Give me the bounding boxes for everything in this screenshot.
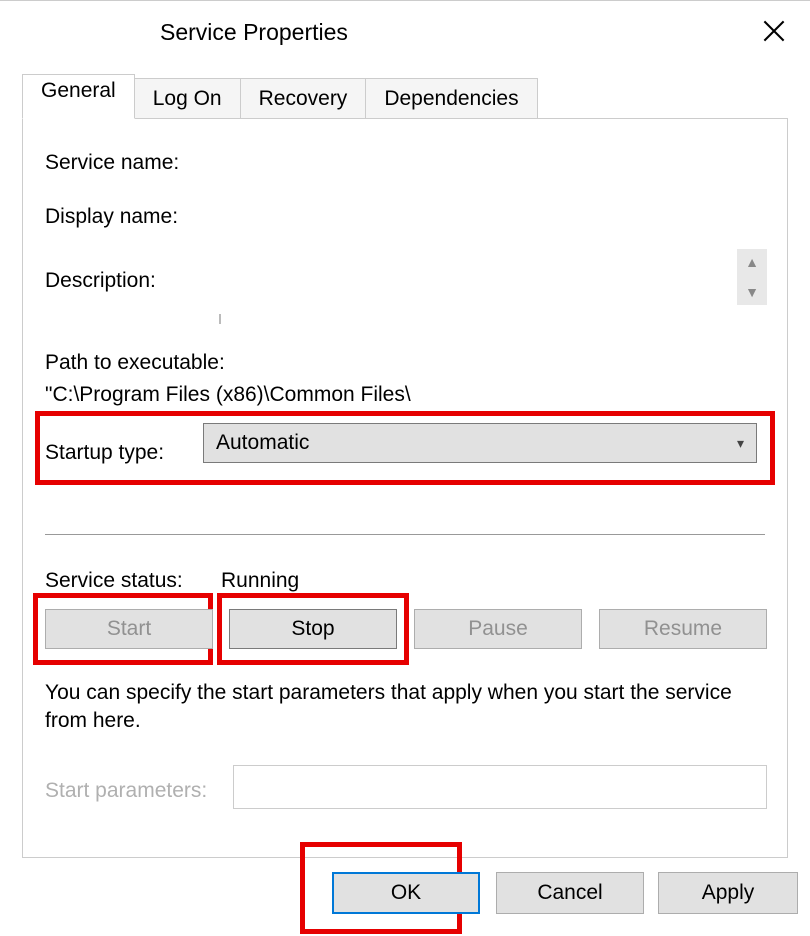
service-properties-dialog: Service Properties General Log On Recove…: [0, 0, 810, 936]
scroll-down-icon: ▼: [745, 285, 759, 299]
titlebar: Service Properties: [0, 1, 810, 53]
tab-dependencies[interactable]: Dependencies: [366, 78, 537, 119]
window-title: Service Properties: [160, 19, 348, 46]
path-value: "C:\Program Files (x86)\Common Files\: [45, 383, 411, 407]
tab-recovery[interactable]: Recovery: [241, 78, 367, 119]
tab-panel-general: Service name: Display name: Description:…: [22, 118, 788, 858]
label-path: Path to executable:: [45, 351, 225, 375]
description-scrollbar[interactable]: ▲ ▼: [737, 249, 767, 305]
label-startup-type: Startup type:: [45, 441, 164, 465]
tabstrip: General Log On Recovery Dependencies: [22, 78, 788, 119]
cancel-button[interactable]: Cancel: [496, 872, 644, 914]
startup-type-select[interactable]: Automatic ▾: [203, 423, 757, 463]
divider: [45, 534, 765, 535]
label-display-name: Display name:: [45, 205, 178, 229]
apply-button[interactable]: Apply: [658, 872, 798, 914]
close-icon: [763, 20, 785, 42]
label-service-name: Service name:: [45, 151, 179, 175]
startup-type-value: Automatic: [216, 431, 309, 455]
stop-button[interactable]: Stop: [229, 609, 397, 649]
resume-button: Resume: [599, 609, 767, 649]
close-button[interactable]: [758, 15, 790, 47]
service-status-value: Running: [221, 569, 299, 593]
start-parameters-input[interactable]: [233, 765, 767, 809]
tab-logon[interactable]: Log On: [135, 78, 241, 119]
ok-button[interactable]: OK: [332, 872, 480, 914]
tab-container: General Log On Recovery Dependencies Ser…: [22, 78, 788, 858]
tab-general[interactable]: General: [22, 74, 135, 119]
label-start-parameters: Start parameters:: [45, 779, 207, 803]
scroll-up-icon: ▲: [745, 255, 759, 269]
label-description: Description:: [45, 269, 156, 293]
dialog-footer: OK Cancel Apply: [0, 864, 810, 936]
label-service-status: Service status:: [45, 569, 183, 593]
chevron-down-icon: ▾: [737, 435, 744, 452]
start-button: Start: [45, 609, 213, 649]
help-text: You can specify the start parameters tha…: [45, 679, 765, 736]
caret-marker: [219, 314, 221, 324]
pause-button: Pause: [414, 609, 582, 649]
